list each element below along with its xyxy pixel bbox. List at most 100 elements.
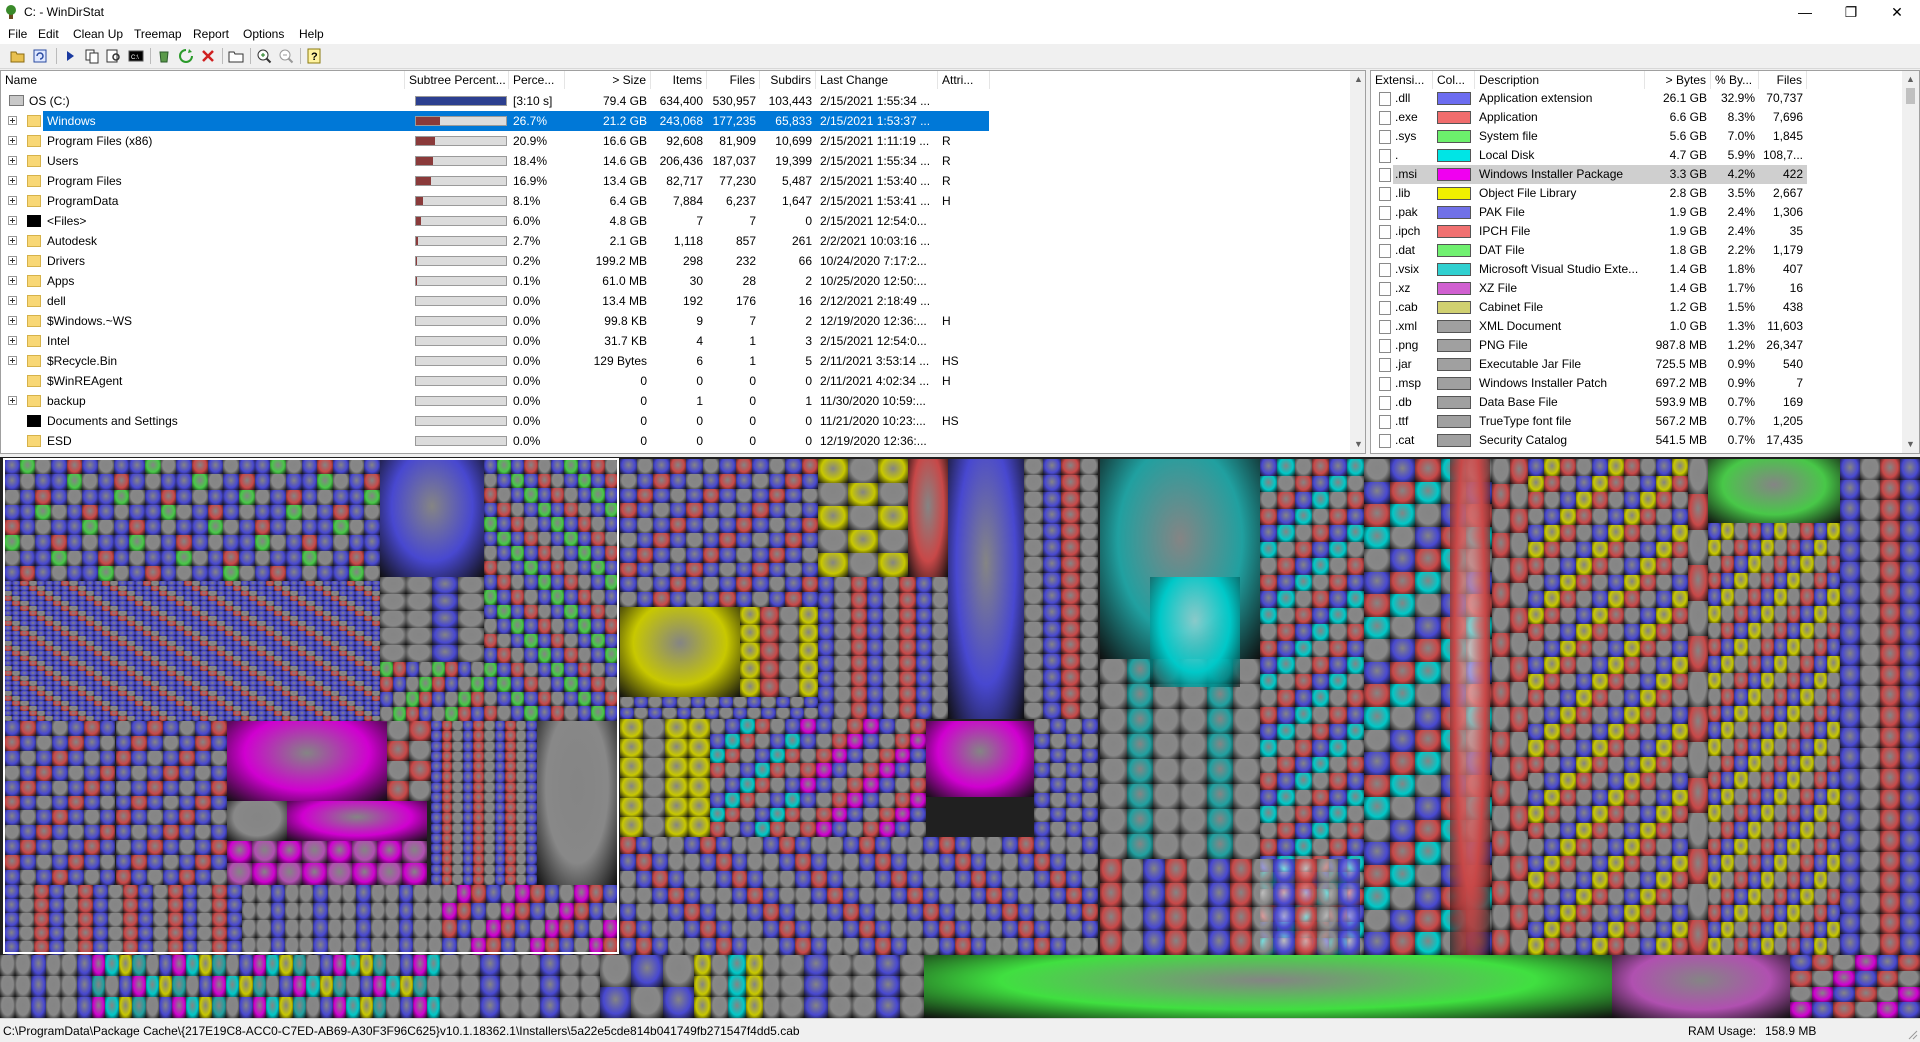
treemap-tile[interactable] [1672, 707, 1688, 724]
treemap-tile[interactable] [1528, 740, 1544, 757]
treemap-tile[interactable] [779, 854, 795, 871]
treemap-tile[interactable] [1592, 459, 1608, 476]
treemap-tile[interactable] [1840, 728, 1860, 749]
treemap-tile[interactable] [1024, 475, 1043, 491]
treemap-tile[interactable] [769, 503, 786, 518]
treemap-tile[interactable] [1656, 938, 1672, 955]
treemap-tile[interactable] [427, 976, 440, 997]
treemap-tile[interactable] [1061, 687, 1080, 703]
treemap-tile[interactable] [1787, 872, 1800, 889]
treemap-tile[interactable] [1560, 525, 1576, 542]
treemap-tile[interactable] [1640, 641, 1656, 658]
treemap-tile[interactable] [1560, 905, 1576, 922]
treemap-tile[interactable] [955, 837, 971, 854]
treemap-tile[interactable] [1900, 728, 1920, 749]
treemap-tile[interactable] [1576, 591, 1592, 608]
treemap-tile[interactable] [1277, 674, 1294, 691]
treemap-tile[interactable] [847, 719, 863, 734]
treemap-tile[interactable] [1608, 492, 1624, 509]
treemap-tile[interactable] [1560, 823, 1576, 840]
treemap-tile[interactable] [427, 955, 440, 976]
treemap-tile[interactable] [1082, 808, 1098, 823]
treemap-tile[interactable] [736, 592, 753, 607]
treemap-tile[interactable] [1492, 757, 1510, 782]
treemap-tile[interactable] [1364, 459, 1390, 482]
treemap-tile[interactable] [1592, 872, 1608, 889]
treemap-tile[interactable] [1608, 558, 1624, 575]
treemap-tile[interactable] [1024, 687, 1043, 703]
restart-icon[interactable] [178, 48, 194, 64]
treemap-tile[interactable] [1329, 591, 1346, 608]
treemap-tile[interactable] [652, 854, 668, 871]
treemap-tile[interactable] [1364, 572, 1390, 595]
treemap-tile[interactable] [763, 921, 779, 938]
treemap-tile[interactable] [1592, 707, 1608, 724]
treemap-tile[interactable] [1024, 508, 1043, 524]
treemap-tile[interactable] [1774, 922, 1787, 939]
treemap-tile[interactable] [733, 697, 747, 708]
treemap-tile[interactable] [916, 687, 932, 703]
treemap-tile[interactable] [636, 888, 652, 905]
treemap-tile[interactable] [253, 997, 266, 1018]
treemap-tile[interactable] [716, 837, 732, 854]
treemap-tile[interactable] [779, 607, 799, 625]
treemap-tile[interactable] [1295, 773, 1312, 790]
col-bytes[interactable]: > Bytes [1645, 71, 1711, 89]
treemap-tile[interactable] [1592, 674, 1608, 691]
treemap-tile[interactable] [1877, 1002, 1899, 1018]
treemap-tile[interactable] [1774, 573, 1787, 590]
treemap-tile[interactable] [663, 955, 694, 987]
treemap-tile[interactable] [916, 609, 932, 625]
scroll-down-arrow[interactable]: ▼ [1350, 436, 1366, 453]
treemap-tile[interactable] [1050, 793, 1066, 808]
treemap-tile[interactable] [816, 749, 832, 764]
treemap-tile[interactable] [847, 822, 863, 837]
treemap-tile[interactable] [1640, 525, 1656, 542]
treemap-tile[interactable] [1640, 823, 1656, 840]
treemap-tile[interactable] [769, 474, 786, 489]
treemap-tile[interactable] [1814, 855, 1827, 872]
treemap-tile[interactable] [1233, 784, 1260, 809]
treemap-tile[interactable] [460, 997, 480, 1018]
expand-icon[interactable] [8, 296, 17, 305]
treemap-tile[interactable] [818, 703, 834, 719]
treemap-tile[interactable] [1592, 922, 1608, 939]
treemap-tile[interactable] [1761, 673, 1774, 690]
treemap-tile[interactable] [1347, 575, 1364, 592]
treemap-tile[interactable] [1528, 889, 1544, 906]
tree-row[interactable]: $Windows.~WS0.0%99.8 KB97212/19/2020 12:… [1, 311, 1350, 331]
treemap-tile[interactable] [755, 808, 770, 823]
treemap-tile[interactable] [1338, 907, 1360, 931]
treemap-tile[interactable] [779, 837, 795, 854]
treemap-tile[interactable] [1814, 756, 1827, 773]
treemap-tile[interactable] [1800, 839, 1813, 856]
treemap-tile[interactable] [755, 734, 770, 749]
treemap-tile[interactable] [1312, 839, 1329, 856]
treemap-tile[interactable] [760, 643, 780, 661]
treemap-tile[interactable] [1080, 557, 1099, 573]
treemap-tile[interactable] [802, 592, 819, 607]
treemap-tile[interactable] [1415, 865, 1441, 888]
treemap-tile[interactable] [719, 474, 736, 489]
treemap-tile[interactable] [199, 976, 212, 997]
treemap-tile[interactable] [1207, 734, 1234, 759]
treemap-tile[interactable] [1814, 789, 1827, 806]
treemap-tile[interactable] [1721, 938, 1734, 955]
treemap-tile[interactable] [1347, 641, 1364, 658]
treemap-tile[interactable] [1415, 707, 1441, 730]
treemap-tile[interactable] [1528, 856, 1544, 873]
treemap-tile[interactable] [1592, 905, 1608, 922]
treemap-tile[interactable] [725, 734, 740, 749]
treemap-tile[interactable] [1592, 641, 1608, 658]
treemap-tile[interactable] [1043, 573, 1062, 589]
treemap-tile[interactable] [186, 976, 199, 997]
treemap-tile[interactable] [1708, 673, 1721, 690]
treemap-tile[interactable] [986, 888, 1002, 905]
treemap-tile[interactable] [761, 708, 775, 719]
treemap-tile[interactable] [1656, 707, 1672, 724]
treemap-tile[interactable] [910, 734, 926, 749]
treemap-tile[interactable] [1560, 707, 1576, 724]
treemap-tile[interactable] [1510, 608, 1528, 633]
treemap-tile[interactable] [785, 592, 802, 607]
treemap-tile[interactable] [686, 548, 703, 563]
